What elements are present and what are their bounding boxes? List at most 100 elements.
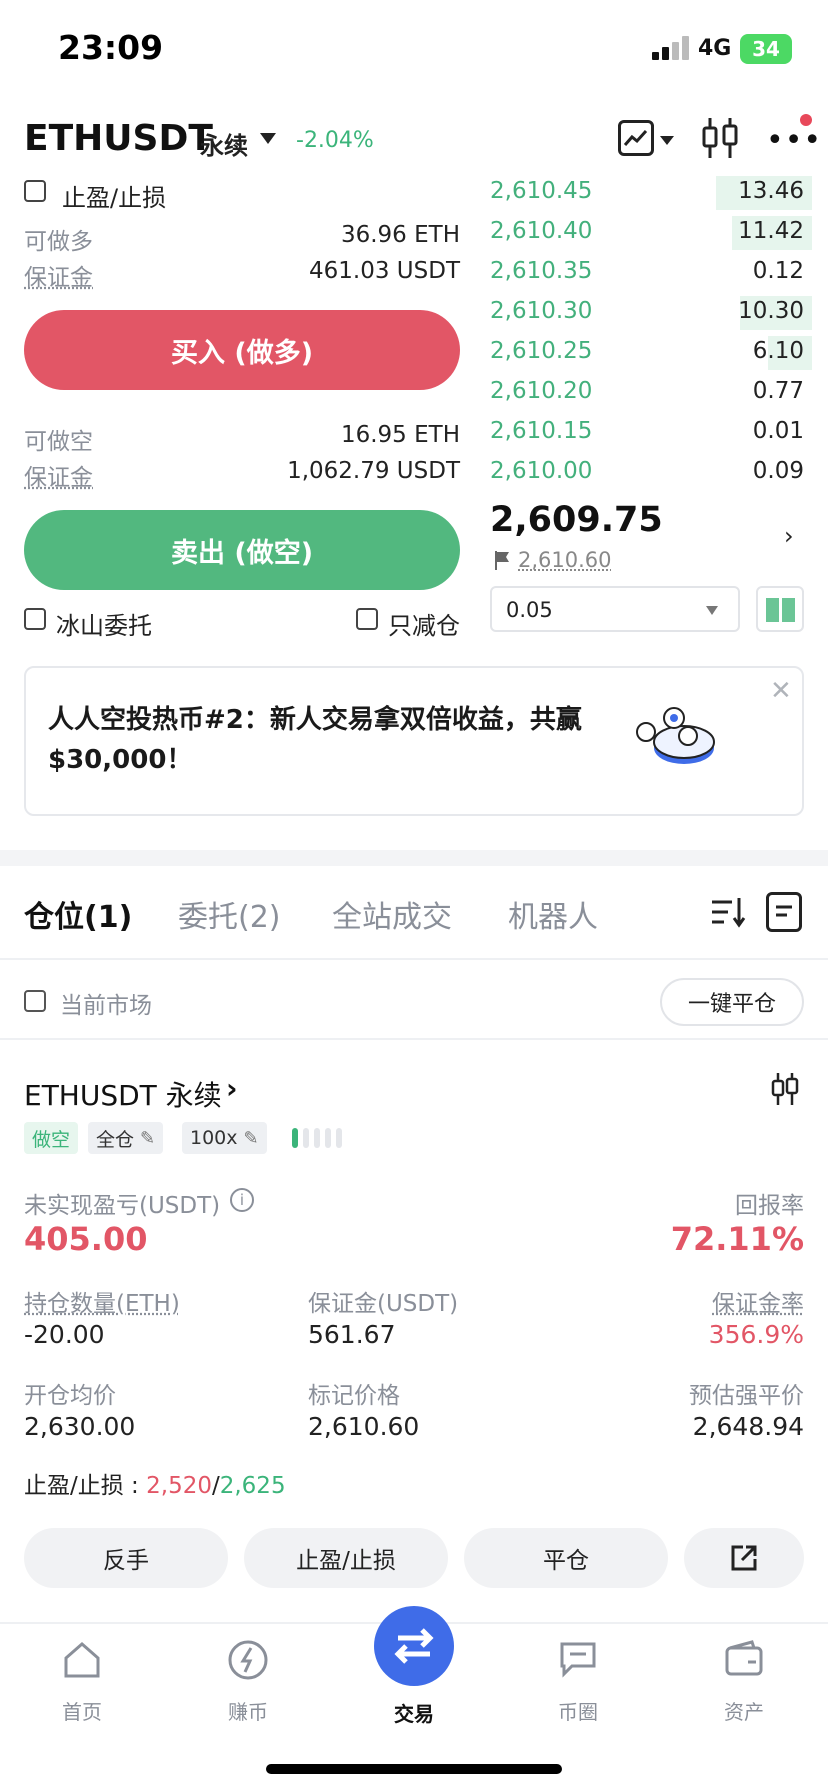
symbol-title[interactable]: ETHUSDT (24, 118, 213, 159)
promo-banner-text[interactable]: 人人空投热币#2：新人交易拿双倍收益，共赢$30,000！ (48, 700, 588, 780)
ask-qty: 0.01 (752, 418, 804, 444)
candlestick-icon[interactable] (700, 116, 740, 160)
short-margin-label: 保证金 (24, 465, 93, 491)
tab-positions[interactable]: 仓位(1) (24, 892, 132, 936)
nav-home[interactable]: 首页 (22, 1638, 142, 1725)
take-profit-value: 2,520 (146, 1473, 212, 1499)
mark-price-value: 2,610.60 (308, 1412, 420, 1441)
liq-price-label: 预估强平价 (689, 1383, 804, 1409)
tab-bots[interactable]: 机器人 (508, 892, 598, 936)
reverse-button[interactable]: 反手 (24, 1528, 228, 1588)
depth-step-select[interactable]: 0.05 (490, 586, 740, 632)
entry-price-label: 开仓均价 (24, 1383, 116, 1409)
risk-level-indicator (292, 1126, 352, 1150)
tpsl-button[interactable]: 止盈/止损 (244, 1528, 448, 1588)
long-margin-label: 保证金 (24, 265, 93, 291)
community-icon (560, 1642, 596, 1678)
sell-short-button[interactable]: 卖出 (做空) (24, 510, 460, 590)
nav-earn[interactable]: 赚币 (188, 1638, 308, 1725)
current-market-checkbox[interactable] (24, 990, 46, 1012)
long-available-label: 可做多 (24, 229, 93, 255)
last-price[interactable]: 2,609.75 (490, 500, 663, 540)
nav-label: 首页 (62, 1700, 102, 1724)
ask-price[interactable]: 2,610.35 (490, 258, 592, 284)
iceberg-checkbox[interactable] (24, 608, 46, 630)
nav-label: 交易 (394, 1702, 434, 1726)
size-label: 持仓数量(ETH) (24, 1291, 180, 1317)
status-time: 23:09 (58, 28, 164, 67)
more-icon[interactable]: ••• (766, 126, 822, 156)
notification-dot (800, 114, 812, 126)
nav-label: 币圈 (558, 1700, 598, 1724)
reduce-only-checkbox[interactable] (356, 608, 378, 630)
mark-price-label: 标记价格 (308, 1383, 400, 1409)
chart-icon[interactable] (618, 120, 654, 156)
book-layout-icon[interactable] (756, 586, 804, 632)
battery-icon: 34 (740, 34, 792, 64)
leverage-tag[interactable]: 100x ✎ (182, 1122, 267, 1154)
ask-qty: 0.77 (752, 378, 804, 404)
ask-qty: 0.12 (752, 258, 804, 284)
liq-price-value: 2,648.94 (692, 1412, 804, 1441)
ask-price[interactable]: 2,610.30 (490, 298, 592, 324)
unrealized-pnl-value: 405.00 (24, 1220, 148, 1258)
home-indicator (266, 1764, 562, 1774)
leverage-label: 100x (190, 1127, 238, 1149)
chart-dropdown-icon[interactable] (660, 136, 674, 145)
coins-illustration-icon (636, 707, 715, 764)
home-icon (64, 1642, 100, 1678)
tpsl-checkbox-label: 止盈/止损 (62, 184, 167, 212)
wallet-icon (725, 1640, 763, 1676)
edit-icon[interactable]: ✎ (244, 1128, 259, 1149)
nav-community[interactable]: 币圈 (518, 1638, 638, 1725)
margin-mode-tag[interactable]: 全仓 ✎ (88, 1122, 164, 1154)
ask-qty: 13.46 (738, 178, 804, 204)
ask-qty: 10.30 (738, 298, 804, 324)
symbol-dropdown-icon[interactable] (260, 133, 276, 144)
close-icon[interactable]: ✕ (770, 676, 792, 706)
section-divider (0, 850, 828, 866)
contract-type[interactable]: 永续 (200, 126, 248, 161)
position-symbol[interactable]: ETHUSDT 永续 (24, 1074, 222, 1114)
nav-label: 赚币 (228, 1700, 268, 1724)
ask-price[interactable]: 2,610.45 (490, 178, 592, 204)
close-all-button[interactable]: 一键平仓 (660, 978, 804, 1026)
margin-label: 保证金(USDT) (308, 1291, 459, 1317)
ask-qty: 0.09 (752, 458, 804, 484)
reduce-only-label: 只减仓 (388, 612, 460, 640)
tpsl-summary-label: 止盈/止损 : (24, 1473, 147, 1499)
mark-price: 2,610.60 (518, 548, 612, 572)
tpsl-summary: 止盈/止损 : 2,520/2,625 (24, 1466, 286, 1500)
buy-long-button[interactable]: 买入 (做多) (24, 310, 460, 390)
info-icon[interactable]: i (230, 1188, 254, 1212)
margin-ratio-value: 356.9% (708, 1320, 804, 1349)
share-button[interactable] (684, 1528, 804, 1588)
roe-value: 72.11% (670, 1220, 804, 1258)
ask-price[interactable]: 2,610.15 (490, 418, 592, 444)
short-available-label: 可做空 (24, 429, 93, 455)
candlestick-icon[interactable] (770, 1072, 800, 1106)
current-market-label: 当前市场 (60, 993, 152, 1019)
nav-trade[interactable] (374, 1606, 454, 1686)
long-margin-value: 461.03 USDT (309, 258, 460, 284)
price-change: -2.04% (296, 128, 374, 153)
ask-price[interactable]: 2,610.40 (490, 218, 592, 244)
nav-assets[interactable]: 资产 (684, 1638, 804, 1725)
edit-icon[interactable]: ✎ (140, 1128, 155, 1149)
close-position-button[interactable]: 平仓 (464, 1528, 668, 1588)
ask-price[interactable]: 2,610.00 (490, 458, 592, 484)
tpsl-checkbox[interactable] (24, 180, 46, 202)
ask-price[interactable]: 2,610.20 (490, 378, 592, 404)
tab-orders[interactable]: 委托(2) (178, 892, 281, 936)
short-margin-value: 1,062.79 USDT (287, 458, 460, 484)
sort-icon[interactable] (710, 894, 746, 930)
tab-all-trades[interactable]: 全站成交 (332, 892, 452, 936)
unrealized-pnl-label: 未实现盈亏(USDT) (24, 1193, 221, 1219)
nav-label: 资产 (724, 1700, 764, 1724)
ask-price[interactable]: 2,610.25 (490, 338, 592, 364)
document-icon[interactable] (766, 892, 802, 932)
margin-ratio-label: 保证金率 (712, 1291, 804, 1317)
long-available-value: 36.96 ETH (340, 222, 460, 248)
chevron-right-icon[interactable]: › (784, 522, 794, 550)
chevron-right-icon[interactable]: › (226, 1072, 238, 1105)
